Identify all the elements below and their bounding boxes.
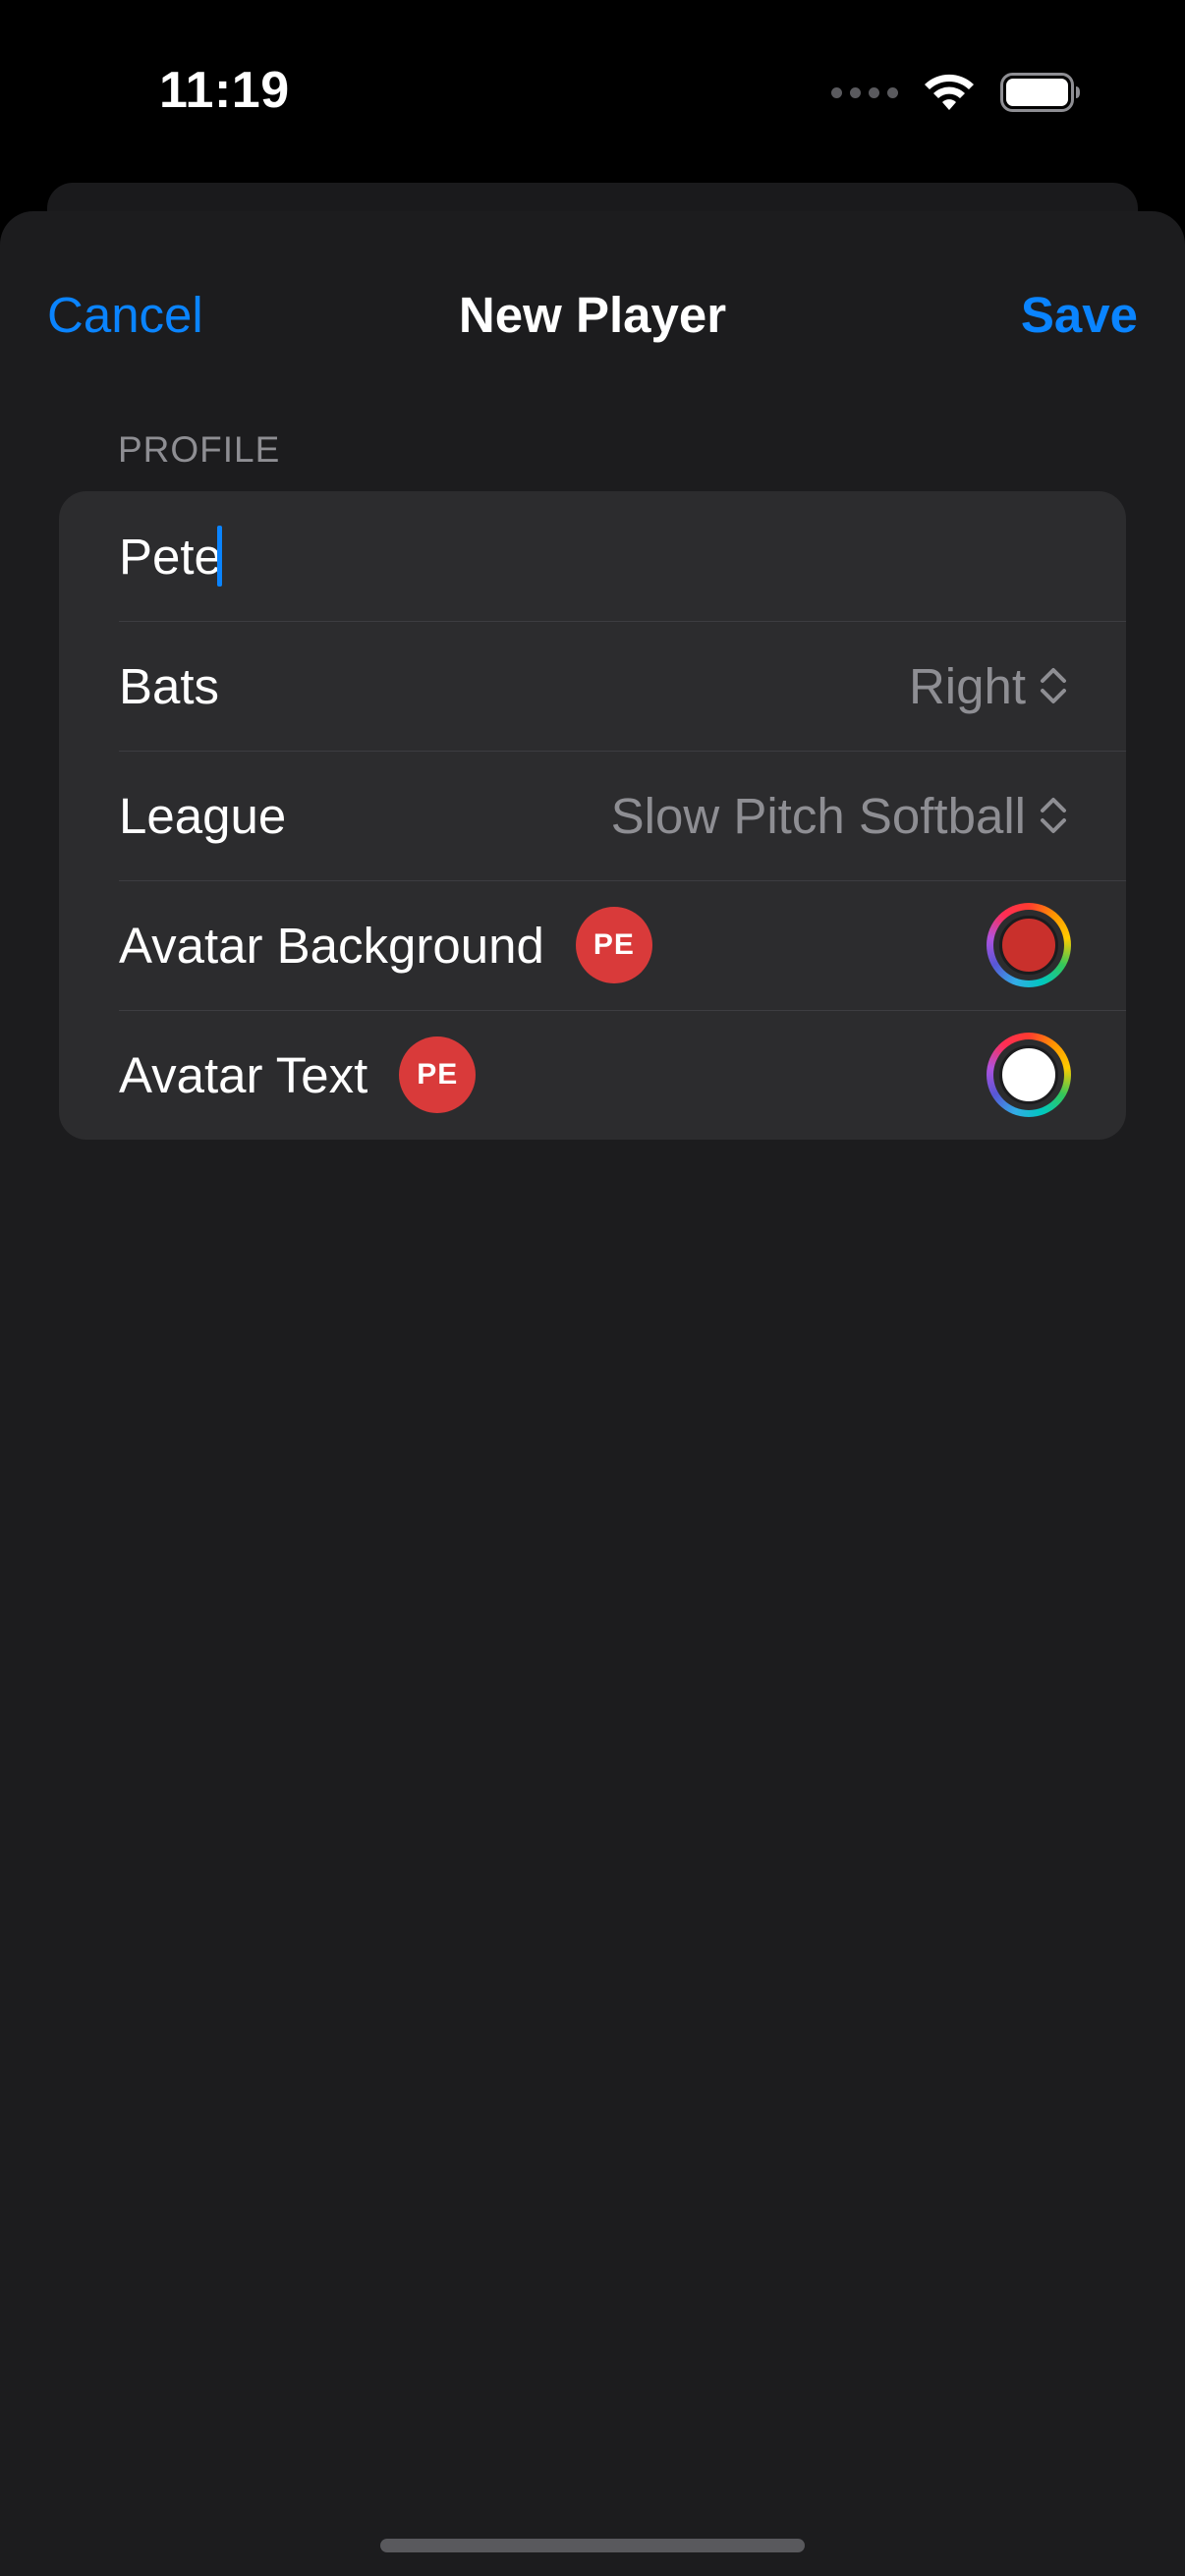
color-swatch (999, 916, 1058, 975)
screen: 11:19 Cancel New Player Save PROFILE Pet… (0, 0, 1185, 2576)
cellular-signal-icon (831, 86, 898, 98)
avatar-preview: PE (575, 907, 652, 983)
name-field[interactable] (119, 527, 217, 586)
chevron-up-down-icon (1040, 794, 1067, 837)
battery-icon (1000, 73, 1081, 112)
name-row[interactable] (59, 491, 1126, 621)
section-header-profile: PROFILE (118, 429, 281, 470)
save-button[interactable]: Save (1021, 286, 1138, 344)
profile-form-group: Bats Right League Slow Pitch Softball (59, 491, 1126, 1140)
text-cursor (217, 526, 222, 587)
status-time: 11:19 (159, 62, 290, 119)
avatar-text-color-picker[interactable] (987, 1033, 1071, 1117)
league-label: League (119, 787, 287, 844)
name-field-wrap (119, 526, 222, 587)
avatar-background-label: Avatar Background (119, 917, 544, 974)
bats-picker[interactable]: Right (909, 657, 1067, 715)
league-value: Slow Pitch Softball (610, 787, 1026, 844)
color-swatch (999, 1045, 1058, 1104)
bats-picker-row[interactable]: Bats Right (59, 621, 1126, 751)
bats-label: Bats (119, 657, 220, 714)
new-player-sheet: Cancel New Player Save PROFILE Bats Righ… (0, 211, 1185, 2576)
wifi-icon (924, 73, 975, 112)
avatar-text-label: Avatar Text (119, 1046, 368, 1103)
avatar-background-color-picker[interactable] (987, 903, 1071, 987)
page-title: New Player (458, 287, 727, 343)
bats-value: Right (908, 657, 1026, 714)
league-picker[interactable]: Slow Pitch Softball (611, 787, 1067, 845)
league-picker-row[interactable]: League Slow Pitch Softball (59, 751, 1126, 880)
navigation-bar: Cancel New Player Save (0, 258, 1185, 366)
avatar-background-row: Avatar Background PE (59, 880, 1126, 1010)
status-icons (831, 71, 1081, 114)
chevron-up-down-icon (1040, 664, 1067, 707)
avatar-text-row: Avatar Text PE (59, 1010, 1126, 1140)
avatar-preview: PE (399, 1036, 477, 1113)
home-indicator[interactable] (380, 2539, 805, 2552)
